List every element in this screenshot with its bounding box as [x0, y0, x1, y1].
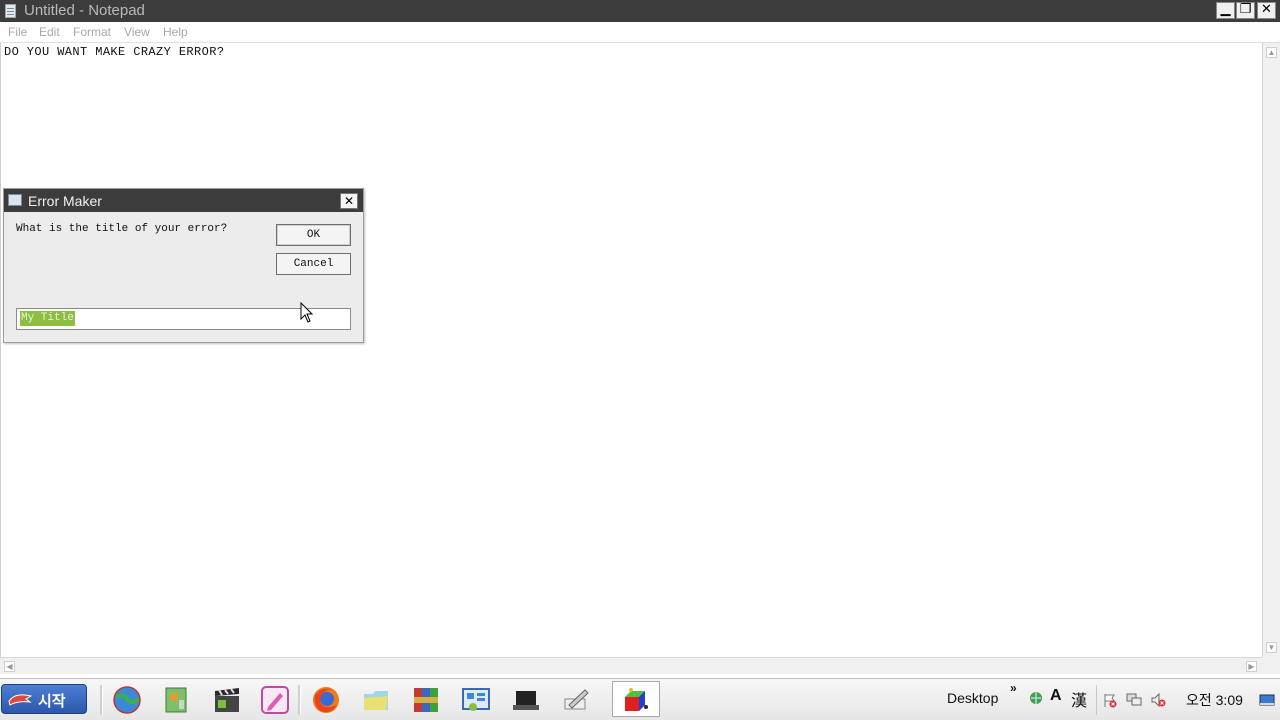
network-icon[interactable] — [1126, 692, 1142, 708]
clapper-icon[interactable] — [212, 685, 242, 715]
scroll-up-arrow-icon[interactable]: ▲ — [1266, 47, 1277, 58]
start-button[interactable]: 시작 — [1, 684, 87, 714]
scrollbar-corner — [1262, 657, 1280, 674]
active-task-button[interactable] — [612, 681, 660, 717]
scroll-left-arrow-icon[interactable]: ◀ — [4, 661, 15, 672]
taskbar: 시작 Desktop » A 漢 오전 3:09 — [0, 678, 1280, 720]
menu-edit[interactable]: Edit — [39, 25, 60, 39]
start-logo-icon — [8, 694, 32, 706]
dialog-titlebar[interactable]: Error Maker ✕ — [4, 189, 363, 212]
clock[interactable]: 오전 3:09 — [1186, 690, 1243, 710]
pencil-icon[interactable] — [561, 685, 591, 715]
cube-app-icon — [625, 688, 648, 711]
language-bar-icon[interactable] — [1028, 690, 1044, 706]
laptop-icon[interactable] — [511, 685, 541, 715]
tray-separator — [1096, 685, 1097, 715]
hanja-indicator[interactable]: 漢 — [1071, 687, 1087, 711]
restore-button[interactable]: ❐ — [1236, 2, 1255, 19]
dialog-title: Error Maker — [28, 193, 102, 209]
menu-file[interactable]: File — [8, 25, 27, 39]
notepad-titlebar[interactable]: Untitled - Notepad ▁ ❐ ✕ — [0, 0, 1280, 22]
horizontal-scrollbar[interactable]: ◀ ▶ — [0, 657, 1262, 674]
map-icon[interactable] — [162, 685, 192, 715]
start-label: 시작 — [38, 693, 66, 710]
text-editor[interactable]: DO YOU WANT MAKE CRAZY ERROR? — [0, 43, 1262, 657]
vertical-scrollbar[interactable]: ▲ ▼ — [1262, 43, 1280, 657]
dialog-prompt: What is the title of your error? — [16, 223, 228, 235]
menu-format[interactable]: Format — [73, 25, 111, 39]
quicklaunch-separator — [100, 685, 103, 715]
window-title: Untitled - Notepad — [24, 2, 145, 19]
toolbar-chevron[interactable]: » — [1010, 681, 1017, 695]
minimize-button[interactable]: ▁ — [1216, 2, 1235, 19]
menu-view[interactable]: View — [124, 25, 150, 39]
dialog-close-button[interactable]: ✕ — [340, 193, 358, 209]
scroll-right-arrow-icon[interactable]: ▶ — [1246, 661, 1257, 672]
menu-help[interactable]: Help — [163, 25, 188, 39]
quicklaunch-separator-2 — [298, 685, 301, 715]
winrar-icon[interactable] — [411, 685, 441, 715]
ime-mode-indicator[interactable]: A — [1050, 687, 1062, 705]
flag-alert-icon[interactable] — [1102, 692, 1118, 708]
cancel-button[interactable]: Cancel — [276, 253, 351, 275]
firefox-icon[interactable] — [311, 685, 341, 715]
show-desktop-icon[interactable] — [1259, 692, 1275, 708]
ok-button[interactable]: OK — [276, 224, 351, 246]
selected-input-text: My Title — [20, 311, 75, 326]
dialog-app-icon — [8, 194, 22, 206]
document-text: DO YOU WANT MAKE CRAZY ERROR? — [4, 45, 225, 59]
pen-icon[interactable] — [260, 685, 290, 715]
volume-muted-icon[interactable] — [1150, 692, 1166, 708]
close-button[interactable]: ✕ — [1257, 2, 1276, 19]
notepad-icon — [5, 4, 16, 18]
mouse-cursor-icon — [300, 302, 314, 323]
scroll-down-arrow-icon[interactable]: ▼ — [1266, 642, 1277, 653]
globe-icon[interactable] — [112, 685, 142, 715]
menu-bar: File Edit Format View Help — [0, 22, 1280, 43]
folder-icon[interactable] — [361, 685, 391, 715]
desktop-toolbar-label[interactable]: Desktop — [947, 690, 998, 706]
control-panel-icon[interactable] — [461, 685, 491, 715]
